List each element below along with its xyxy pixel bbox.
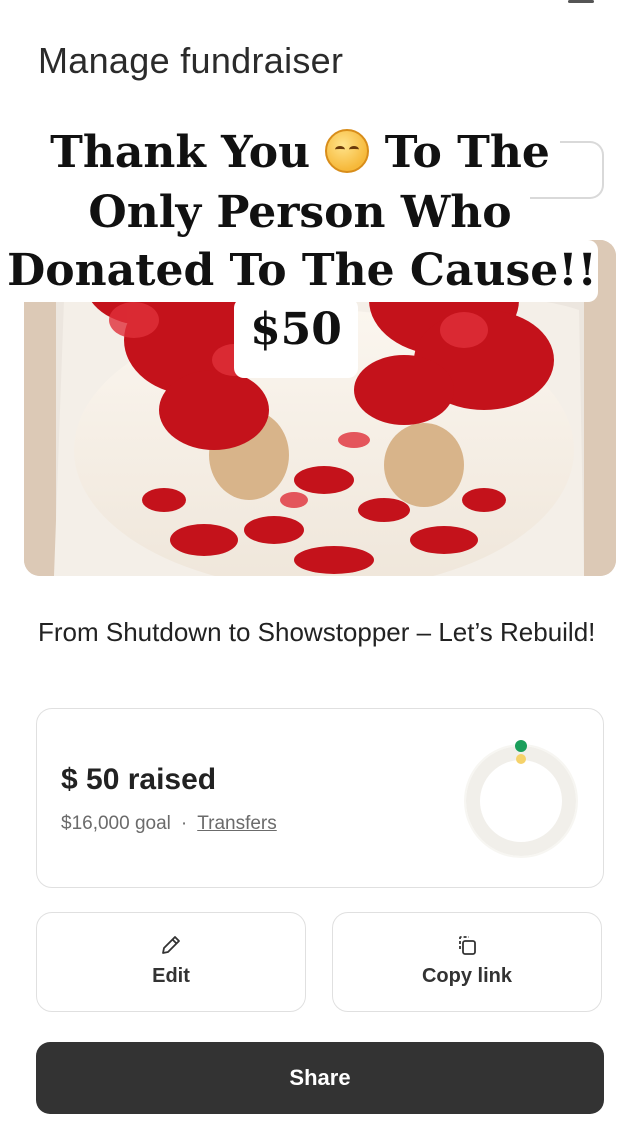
- progress-card[interactable]: $ 50 raised $16,000 goal · Transfers: [36, 708, 604, 888]
- status-indicator: [568, 0, 594, 3]
- edit-button[interactable]: Edit: [36, 912, 306, 1012]
- edit-label: Edit: [152, 965, 190, 987]
- caption-line-2: Only Person Who: [70, 182, 530, 244]
- separator-dot: ·: [180, 813, 188, 834]
- progress-ring-start: [515, 740, 527, 752]
- goal-line: $16,000 goal · Transfers: [61, 813, 277, 835]
- progress-ring: [464, 740, 578, 858]
- caption-line-1-start: Thank You: [50, 127, 311, 178]
- copy-link-button[interactable]: Copy link: [332, 912, 602, 1012]
- progress-ring-track: [466, 746, 576, 856]
- manage-fundraiser-screen: Manage fundraiser Thank You To The Only …: [0, 0, 640, 1136]
- fundraiser-title: From Shutdown to Showstopper – Let’s Reb…: [38, 617, 596, 647]
- hidden-pill: [520, 141, 604, 199]
- caption-line-1: Thank You To The: [40, 120, 560, 186]
- share-button[interactable]: Share: [36, 1042, 604, 1114]
- copy-icon: [459, 936, 476, 955]
- amount-raised: $ 50 raised: [61, 763, 217, 796]
- copy-link-label: Copy link: [421, 965, 512, 987]
- pencil-icon: [162, 936, 180, 954]
- progress-ring-marker: [516, 754, 526, 764]
- page-title: Manage fundraiser: [38, 40, 344, 81]
- transfers-link[interactable]: Transfers: [197, 813, 277, 834]
- smiling-face-icon: [325, 129, 370, 173]
- goal-amount: $16,000 goal: [61, 813, 171, 834]
- fundraiser-cover-image: [24, 240, 616, 576]
- rose-petal-bath-image: [24, 240, 616, 576]
